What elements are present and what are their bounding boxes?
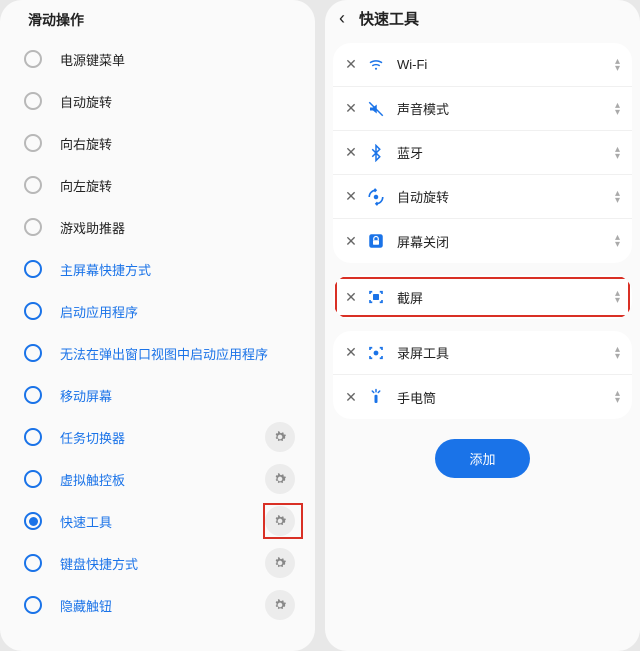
option-label: 无法在弹出窗口视图中启动应用程序 xyxy=(60,344,299,363)
option-row[interactable]: 快速工具 xyxy=(10,500,305,542)
tool-label: 手电筒 xyxy=(397,388,615,407)
reorder-icon[interactable]: ▴▾ xyxy=(615,58,620,72)
tool-label: Wi-Fi xyxy=(397,57,615,72)
option-label: 电源键菜单 xyxy=(60,50,299,69)
radio-button[interactable] xyxy=(24,176,42,194)
option-row[interactable]: 无法在弹出窗口视图中启动应用程序 xyxy=(10,332,305,374)
option-row[interactable]: 隐藏触钮 xyxy=(10,584,305,626)
tool-label: 屏幕关闭 xyxy=(397,232,615,251)
radio-button[interactable] xyxy=(24,260,42,278)
radio-button[interactable] xyxy=(24,512,42,530)
tool-row[interactable]: ✕ 蓝牙▴▾ xyxy=(333,131,632,175)
radio-button[interactable] xyxy=(24,470,42,488)
option-label: 任务切换器 xyxy=(60,428,247,447)
tools-card-1: ✕Wi-Fi▴▾✕声音模式▴▾✕蓝牙▴▾✕自动旋转▴▾✕屏幕关闭▴▾ xyxy=(333,43,632,263)
option-row[interactable]: 电源键菜单 xyxy=(10,38,305,80)
option-row[interactable]: 任务切换器 xyxy=(10,416,305,458)
tools-card-3: ✕录屏工具▴▾✕手电筒▴▾ xyxy=(333,331,632,419)
radio-button[interactable] xyxy=(24,218,42,236)
sound-icon xyxy=(367,100,385,118)
option-label: 快速工具 xyxy=(60,512,247,531)
right-pane: ‹ 快速工具 ✕Wi-Fi▴▾✕声音模式▴▾✕蓝牙▴▾✕自动旋转▴▾✕屏幕关闭▴… xyxy=(325,0,640,651)
close-icon[interactable]: ✕ xyxy=(345,233,357,250)
radio-button[interactable] xyxy=(24,302,42,320)
gear-icon[interactable] xyxy=(265,590,295,620)
radio-button[interactable] xyxy=(24,134,42,152)
gear-icon[interactable] xyxy=(265,464,295,494)
tool-label: 录屏工具 xyxy=(397,343,615,362)
tool-row[interactable]: ✕ 自动旋转▴▾ xyxy=(333,175,632,219)
reorder-icon[interactable]: ▴▾ xyxy=(615,390,620,404)
close-icon[interactable]: ✕ xyxy=(345,56,357,73)
tool-row[interactable]: ✕ 手电筒▴▾ xyxy=(333,375,632,419)
reorder-icon[interactable]: ▴▾ xyxy=(615,102,620,116)
radio-button[interactable] xyxy=(24,344,42,362)
close-icon[interactable]: ✕ xyxy=(345,389,357,406)
tool-label: 自动旋转 xyxy=(397,187,615,206)
reorder-icon[interactable]: ▴▾ xyxy=(615,146,620,160)
torch-icon xyxy=(367,388,385,406)
reorder-icon[interactable]: ▴▾ xyxy=(615,190,620,204)
option-row[interactable]: 虚拟触控板 xyxy=(10,458,305,500)
right-header: ‹ 快速工具 xyxy=(325,0,640,37)
option-label: 虚拟触控板 xyxy=(60,470,247,489)
gear-icon[interactable] xyxy=(265,506,295,536)
radio-button[interactable] xyxy=(24,554,42,572)
close-icon[interactable]: ✕ xyxy=(345,289,357,306)
option-label: 键盘快捷方式 xyxy=(60,554,247,573)
bluetooth-icon xyxy=(367,144,385,162)
reorder-icon[interactable]: ▴▾ xyxy=(615,346,620,360)
option-row[interactable]: 启动应用程序 xyxy=(10,290,305,332)
radio-button[interactable] xyxy=(24,428,42,446)
option-label: 隐藏触钮 xyxy=(60,596,247,615)
option-label: 启动应用程序 xyxy=(60,302,299,321)
left-header: 滑动操作 xyxy=(0,0,315,38)
record-icon xyxy=(367,344,385,362)
option-label: 向右旋转 xyxy=(60,134,299,153)
option-label: 向左旋转 xyxy=(60,176,299,195)
lock-icon xyxy=(367,232,385,250)
screenshot-icon xyxy=(367,288,385,306)
tool-row[interactable]: ✕ Wi-Fi▴▾ xyxy=(333,43,632,87)
close-icon[interactable]: ✕ xyxy=(345,100,357,117)
option-label: 自动旋转 xyxy=(60,92,299,111)
tool-row[interactable]: ✕ 截屏▴▾ xyxy=(333,275,632,319)
close-icon[interactable]: ✕ xyxy=(345,144,357,161)
left-pane: 滑动操作 电源键菜单自动旋转向右旋转向左旋转游戏助推器主屏幕快捷方式启动应用程序… xyxy=(0,0,315,651)
radio-button[interactable] xyxy=(24,596,42,614)
option-row[interactable]: 移动屏幕 xyxy=(10,374,305,416)
tool-label: 蓝牙 xyxy=(397,143,615,162)
option-row[interactable]: 向右旋转 xyxy=(10,122,305,164)
left-list: 电源键菜单自动旋转向右旋转向左旋转游戏助推器主屏幕快捷方式启动应用程序无法在弹出… xyxy=(0,38,315,636)
radio-button[interactable] xyxy=(24,50,42,68)
radio-button[interactable] xyxy=(24,386,42,404)
close-icon[interactable]: ✕ xyxy=(345,344,357,361)
tool-row[interactable]: ✕ 屏幕关闭▴▾ xyxy=(333,219,632,263)
back-icon[interactable]: ‹ xyxy=(339,8,345,29)
tool-label: 声音模式 xyxy=(397,99,615,118)
wifi-icon xyxy=(367,56,385,74)
tool-row[interactable]: ✕ 声音模式▴▾ xyxy=(333,87,632,131)
option-row[interactable]: 向左旋转 xyxy=(10,164,305,206)
reorder-icon[interactable]: ▴▾ xyxy=(615,234,620,248)
radio-button[interactable] xyxy=(24,92,42,110)
gear-icon[interactable] xyxy=(265,548,295,578)
tool-label: 截屏 xyxy=(397,288,615,307)
tool-row[interactable]: ✕ 录屏工具▴▾ xyxy=(333,331,632,375)
option-row[interactable]: 键盘快捷方式 xyxy=(10,542,305,584)
option-row[interactable]: 自动旋转 xyxy=(10,80,305,122)
close-icon[interactable]: ✕ xyxy=(345,188,357,205)
option-row[interactable]: 主屏幕快捷方式 xyxy=(10,248,305,290)
option-row[interactable]: 游戏助推器 xyxy=(10,206,305,248)
rotate-icon xyxy=(367,188,385,206)
option-label: 游戏助推器 xyxy=(60,218,299,237)
reorder-icon[interactable]: ▴▾ xyxy=(615,290,620,304)
add-button[interactable]: 添加 xyxy=(435,439,529,478)
tools-card-2: ✕ 截屏▴▾ xyxy=(333,275,632,319)
option-label: 移动屏幕 xyxy=(60,386,299,405)
right-title: 快速工具 xyxy=(359,8,419,29)
gear-icon[interactable] xyxy=(265,422,295,452)
option-label: 主屏幕快捷方式 xyxy=(60,260,299,279)
